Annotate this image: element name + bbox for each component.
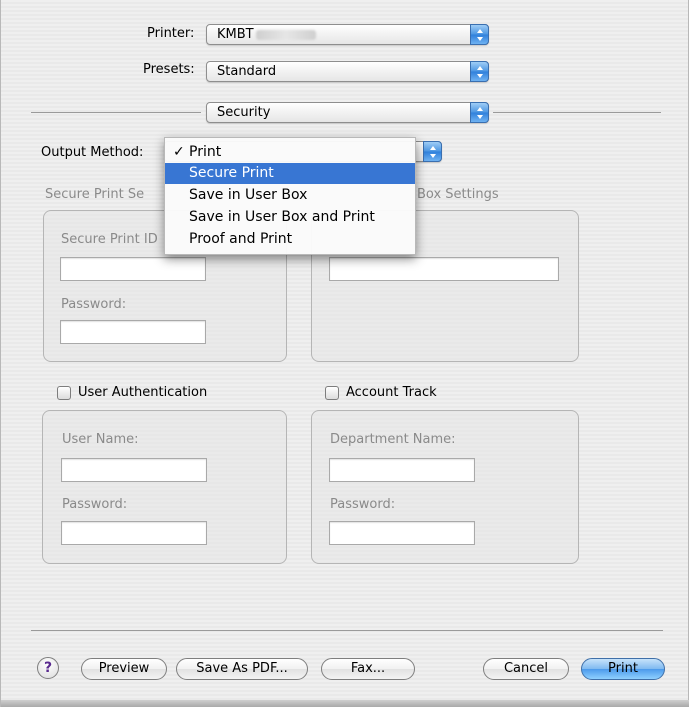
presets-label: Presets: bbox=[143, 62, 195, 77]
user-name-field[interactable] bbox=[61, 458, 207, 482]
user-password-label: Password: bbox=[62, 497, 128, 512]
fax-button[interactable]: Fax... bbox=[321, 658, 415, 680]
department-name-field[interactable] bbox=[329, 458, 475, 482]
pane-popup[interactable]: Security bbox=[206, 102, 489, 123]
separator-left bbox=[31, 112, 201, 113]
bottom-separator bbox=[31, 630, 663, 631]
secure-print-id-label: Secure Print ID bbox=[61, 232, 158, 247]
preview-button[interactable]: Preview bbox=[81, 658, 167, 680]
help-button[interactable]: ? bbox=[37, 657, 59, 679]
checkmark-icon: ✓ bbox=[173, 144, 185, 160]
presets-popup[interactable]: Standard bbox=[206, 61, 489, 82]
separator-right bbox=[493, 112, 661, 113]
account-password-field[interactable] bbox=[329, 521, 475, 545]
user-auth-label: User Authentication bbox=[78, 385, 208, 400]
secure-print-group-title: Secure Print Se bbox=[45, 187, 145, 202]
department-name-label: Department Name: bbox=[330, 432, 456, 447]
secure-print-password-field[interactable] bbox=[60, 320, 206, 344]
window-bottom-edge bbox=[1, 700, 689, 707]
menu-item-proof-and-print[interactable]: Proof and Print bbox=[165, 229, 415, 250]
popup-arrows-icon bbox=[470, 61, 489, 82]
output-method-menu: ✓ Print Secure Print Save in User Box Sa… bbox=[164, 137, 416, 255]
menu-item-save-in-user-box[interactable]: Save in User Box bbox=[165, 185, 415, 206]
secure-print-password-label: Password: bbox=[61, 297, 127, 312]
popup-arrows-icon bbox=[470, 102, 489, 123]
menu-item-secure-print[interactable]: Secure Print bbox=[165, 163, 415, 184]
user-password-field[interactable] bbox=[61, 521, 207, 545]
userbox-file-name-field[interactable] bbox=[329, 257, 559, 281]
cancel-button[interactable]: Cancel bbox=[483, 658, 569, 680]
print-button[interactable]: Print bbox=[581, 658, 665, 680]
account-password-label: Password: bbox=[330, 497, 396, 512]
user-name-label: User Name: bbox=[62, 432, 139, 447]
secure-print-id-field[interactable] bbox=[60, 257, 206, 281]
popup-arrows-icon bbox=[423, 141, 442, 162]
account-track-checkbox[interactable] bbox=[325, 386, 339, 400]
printer-label: Printer: bbox=[147, 26, 195, 41]
menu-item-save-in-user-box-and-print[interactable]: Save in User Box and Print bbox=[165, 207, 415, 228]
printer-name-redacted bbox=[255, 29, 316, 40]
popup-arrows-icon bbox=[470, 24, 489, 45]
print-dialog: Printer: KMBT Presets: Standard Security… bbox=[0, 0, 689, 707]
save-as-pdf-button[interactable]: Save As PDF... bbox=[176, 658, 308, 680]
user-auth-checkbox[interactable] bbox=[57, 386, 71, 400]
presets-value: Standard bbox=[217, 64, 277, 79]
printer-value: KMBT bbox=[217, 27, 316, 43]
menu-item-print[interactable]: ✓ Print bbox=[165, 142, 415, 163]
printer-popup[interactable]: KMBT bbox=[206, 24, 489, 45]
pane-value: Security bbox=[217, 105, 271, 120]
output-method-label: Output Method: bbox=[41, 145, 144, 160]
account-track-label: Account Track bbox=[346, 385, 437, 400]
userbox-group-title: Box Settings bbox=[417, 187, 499, 202]
